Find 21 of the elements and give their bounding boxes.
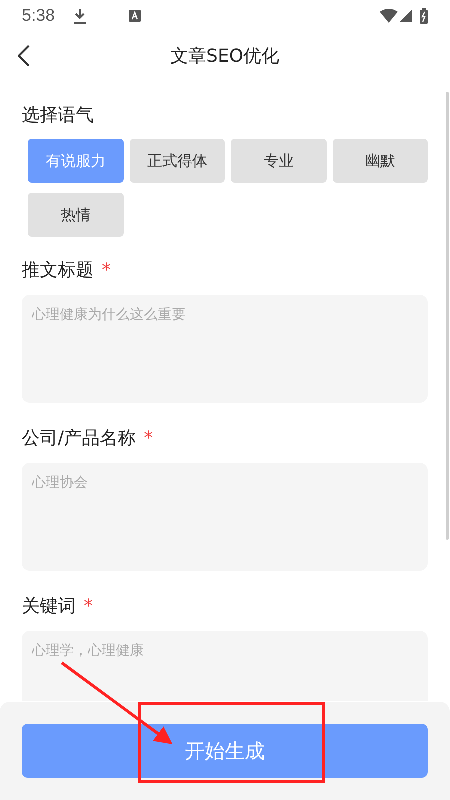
keyboard-icon (129, 10, 142, 22)
tone-chip[interactable]: 热情 (28, 193, 124, 237)
required-mark: * (84, 595, 93, 619)
text-field[interactable]: 心理健康为什么这么重要 (22, 295, 428, 403)
required-mark: * (102, 259, 111, 283)
page-title: 文章SEO优化 (170, 44, 280, 68)
field-label: 推文标题 (22, 259, 94, 283)
required-mark: * (144, 427, 154, 451)
wifi-icon (380, 9, 398, 23)
signal-icon (400, 10, 412, 22)
field-label: 关键词 (22, 595, 76, 619)
download-icon (73, 8, 88, 24)
battery-icon (420, 8, 428, 24)
tone-chip[interactable]: 正式得体 (130, 139, 225, 183)
section-label: 选择语气 (22, 104, 95, 128)
tone-chip[interactable]: 专业 (231, 139, 326, 183)
tone-chip[interactable]: 幽默 (332, 139, 428, 183)
text-field[interactable]: 心理协会 (22, 463, 428, 571)
field-label: 公司/产品名称 (22, 427, 136, 451)
status-time: 5:38 (22, 5, 56, 28)
text-field[interactable]: 心理学，心理健康 (22, 631, 428, 701)
